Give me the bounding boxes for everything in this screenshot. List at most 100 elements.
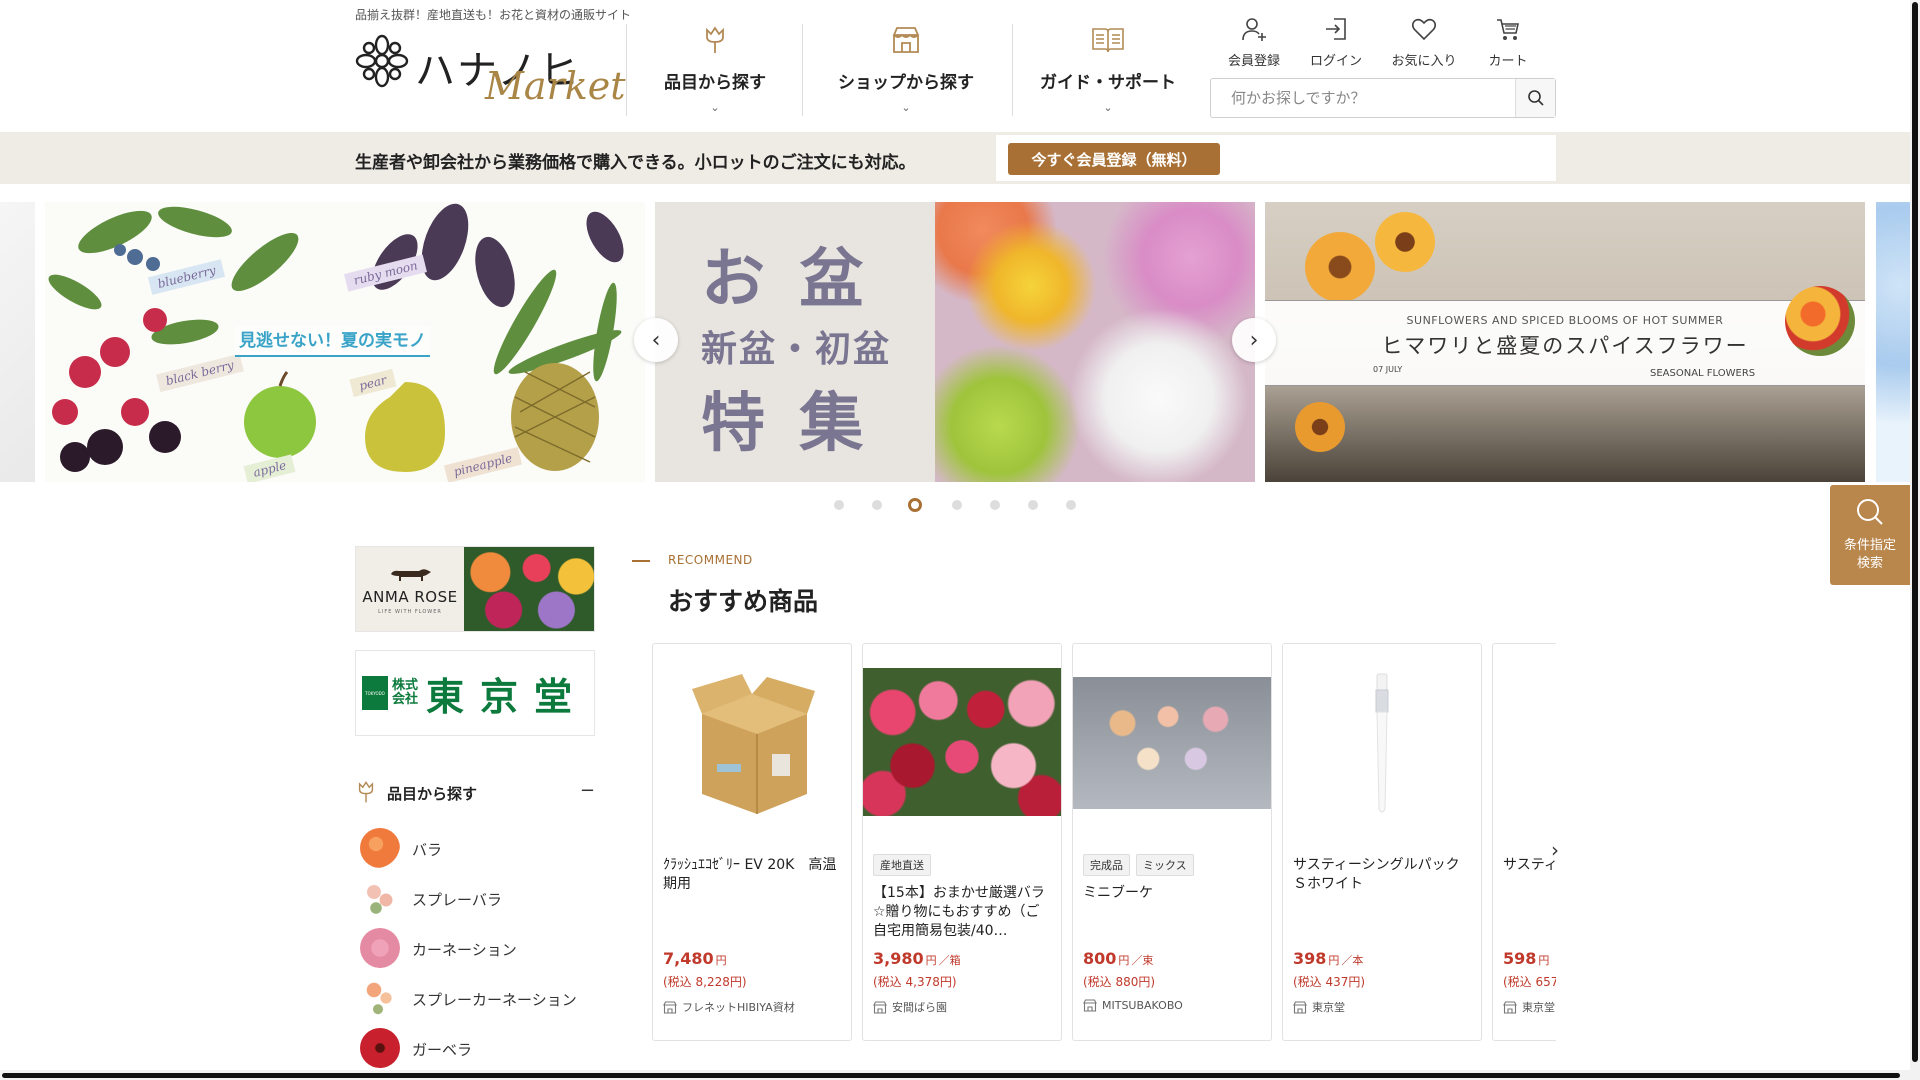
dachshund-icon [391,568,431,581]
horizontal-scrollbar[interactable] [0,1070,1910,1080]
carousel-dot-active[interactable] [908,498,922,512]
category-label: スプレーバラ [412,891,502,909]
category-section-title: 品目から探す [387,785,478,803]
product-name: サスティーシングルパックＳホワイト [1293,857,1460,892]
product-image [653,644,851,844]
site-header: 品揃え抜群！産地直送も！お花と資材の通販サイト ハナノヒ Market 品目から… [0,0,1920,132]
product-card[interactable]: ｸﾗｯｼｭｴｺｾﾞﾘｰ EV 20K 高温期用 7,480 円 (税込 8,228… [652,643,852,1041]
category-item-spray-carnation[interactable]: スプレーカーネーション [360,978,600,1018]
product-price: 598 円 [1503,949,1550,968]
favorites-link[interactable]: お気に入り [1384,14,1464,69]
favorites-label: お気に入り [1391,54,1457,69]
slide-subtitle: SUNFLOWERS AND SPICED BLOOMS OF HOT SUMM… [1406,314,1724,327]
category-label: スプレーカーネーション [412,991,577,1009]
carousel-prev-button[interactable]: ‹ [634,318,678,362]
collapse-toggle-icon[interactable]: − [580,780,595,801]
product-shop[interactable]: 東京堂 [1293,999,1345,1015]
carousel-dot[interactable] [990,500,1000,510]
login-label: ログイン [1309,54,1362,69]
product-price: 7,480 円 [663,949,727,968]
sunflower-image [1375,212,1435,272]
product-image [1283,644,1481,844]
carousel-next-button[interactable]: › [1232,318,1276,362]
category-item-spray-rose[interactable]: スプレーバラ [360,878,600,918]
shop-icon [663,1000,677,1014]
category-label: カーネーション [412,941,517,959]
product-image [863,668,1061,816]
product-name: ｸﾗｯｼｭｴｺｾﾞﾘｰ EV 20K 高温期用 [663,857,837,892]
obon-subheading: 新盆・初盆 [701,328,892,370]
register-link[interactable]: 会員登録 [1214,14,1294,69]
carousel-dot[interactable] [872,500,882,510]
vertical-scrollbar[interactable] [1910,0,1920,1080]
recommend-product-list: ｸﾗｯｼｭｴｺｾﾞﾘｰ EV 20K 高温期用 7,480 円 (税込 8,228… [652,643,1556,1043]
product-list-next-button[interactable]: › [1543,838,1567,862]
obon-tokushu: 特 集 [701,386,870,461]
product-price: 3,980 円／箱 [873,949,961,968]
chevron-down-icon: ⌄ [901,101,911,114]
shop-banner-anma-rose[interactable]: ANMA ROSE LIFE WITH FLOWER [355,546,595,632]
vertical-scrollbar-thumb[interactable] [1912,2,1918,1062]
shop-icon [873,1000,887,1014]
category-section-header[interactable]: 品目から探す − [355,780,595,804]
nav-item-shop[interactable]: ショップから探す ⌄ [818,22,994,116]
product-tag: ミックス [1136,854,1194,876]
register-cta-button[interactable]: 今すぐ会員登録（無料） [1008,143,1220,175]
bouquet-image [1785,286,1855,356]
product-card[interactable]: 産地直送 【15本】おまかせ厳選バラ☆贈り物にもおすすめ（ご自宅用簡易包装/40… [862,643,1062,1041]
nav-divider [626,24,627,116]
sunflower-image [1295,402,1345,452]
product-price: 398 円／本 [1293,949,1364,968]
product-tags: 産地直送 [873,854,931,876]
logo-script: Market [485,64,626,108]
horizontal-scrollbar-thumb[interactable] [2,1073,1900,1078]
product-shop[interactable]: 安間ばら園 [873,999,947,1015]
shop-icon [1293,1000,1307,1014]
cart-link[interactable]: カート [1468,14,1548,69]
obon-heading: お 盆 [701,242,870,317]
shop-icon [886,22,926,58]
search-button[interactable] [1515,79,1555,117]
shop-icon [1503,1000,1517,1014]
slide-date: 07 JULY [1373,365,1403,374]
product-name: ミニブーケ [1083,885,1153,901]
product-shop[interactable]: 東京堂 [1503,999,1555,1015]
category-item-rose[interactable]: バラ [360,828,600,868]
recommend-eyebrow: RECOMMEND [668,553,753,567]
category-item-carnation[interactable]: カーネーション [360,928,600,968]
cart-label: カート [1488,54,1528,69]
tokyodo-mark-icon: TOKYODO [362,676,388,710]
nav-label: ガイド・サポート [1040,73,1176,93]
recommend-accent-line [632,560,650,562]
carousel-slide-partial[interactable] [0,202,35,482]
filter-search-tab[interactable]: 条件指定検索 [1830,485,1910,585]
shop-icon [1083,999,1097,1012]
product-image [1073,677,1271,809]
carousel-dot[interactable] [1028,500,1038,510]
carousel-slide-summer-fruits[interactable]: blueberry ruby moon black berry apple pe… [45,202,645,482]
nav-item-guide[interactable]: ガイド・サポート ⌄ [1028,22,1188,116]
nav-item-category[interactable]: 品目から探す ⌄ [642,22,788,116]
site-logo[interactable]: ハナノヒ Market [355,28,626,112]
carousel-slide-sunflower[interactable]: SUNFLOWERS AND SPICED BLOOMS OF HOT SUMM… [1265,202,1865,482]
product-tax-price: (税込 4,378円) [873,975,957,989]
promo-text: 生産者や卸会社から業務価格で購入できる。小ロットのご注文にも対応。 [355,153,916,173]
category-thumbnail [360,928,400,968]
category-item-gerbera[interactable]: ガーベラ [360,1028,600,1068]
carousel-dot[interactable] [952,500,962,510]
anma-rose-logo: ANMA ROSE LIFE WITH FLOWER [356,547,464,631]
search-input[interactable] [1211,79,1515,117]
nav-label: ショップから探す [838,73,974,93]
product-card[interactable]: サスティーシングルパックＳホワイト 398 円／本 (税込 437円) 東京堂 [1282,643,1482,1041]
product-shop[interactable]: MITSUBAKOBO [1083,999,1183,1012]
slide-title: 見逃せない！夏の実モノ [235,326,430,357]
carousel-dot[interactable] [834,500,844,510]
product-card[interactable]: 完成品 ミックス ミニブーケ 800 円／束 (税込 880円) MITSUBAK… [1072,643,1272,1041]
product-tax-price: (税込 8,228円) [663,975,747,989]
carousel-dot[interactable] [1066,500,1076,510]
product-shop[interactable]: フレネットHIBIYA資材 [663,999,795,1015]
login-link[interactable]: ログイン [1296,14,1376,69]
shop-banner-tokyodo[interactable]: TOKYODO 株式会社 東京堂 [355,650,595,736]
carousel-slide-obon[interactable]: お 盆 新盆・初盆 特 集 [655,202,1255,482]
sunflower-image [1305,232,1375,302]
